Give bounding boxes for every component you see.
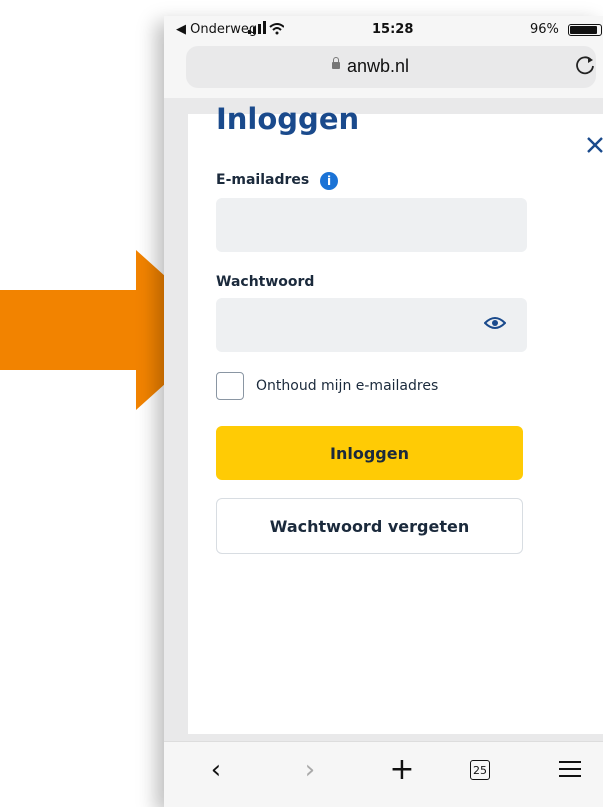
- status-bar: ◀ Onderweg 15:28 96%: [164, 16, 603, 42]
- browser-toolbar: ‹ › + 25: [164, 741, 603, 807]
- eye-icon[interactable]: [484, 316, 506, 330]
- reload-icon[interactable]: [574, 55, 596, 77]
- wifi-icon: [269, 23, 284, 28]
- address-bar[interactable]: anwb.nl: [186, 46, 596, 88]
- email-label: E-mailadres: [216, 172, 310, 188]
- carrier-label[interactable]: ◀ Onderweg: [176, 22, 257, 37]
- signal-icon: [248, 21, 284, 35]
- tabs-icon[interactable]: 25: [470, 760, 490, 780]
- info-icon[interactable]: i: [320, 172, 338, 190]
- menu-icon[interactable]: [556, 756, 584, 784]
- close-icon[interactable]: [586, 136, 603, 154]
- remember-checkbox[interactable]: [216, 372, 244, 400]
- lock-icon: [332, 57, 340, 69]
- login-button[interactable]: Inloggen: [216, 426, 523, 480]
- back-icon[interactable]: ‹: [202, 756, 230, 784]
- phone-screen: ◀ Onderweg 15:28 96% anwb.nl Inloggen E-…: [164, 16, 603, 807]
- email-field[interactable]: [216, 198, 527, 252]
- forward-icon[interactable]: ›: [296, 756, 324, 784]
- page-title: Inloggen: [216, 102, 360, 136]
- page-content: [164, 98, 603, 741]
- url-text: anwb.nl: [347, 56, 410, 76]
- remember-label: Onthoud mijn e-mailadres: [256, 378, 439, 394]
- plus-icon[interactable]: +: [388, 755, 416, 785]
- battery-icon: [568, 24, 602, 36]
- battery-percentage: 96%: [530, 22, 559, 37]
- clock: 15:28: [372, 22, 414, 37]
- forgot-password-button[interactable]: Wachtwoord vergeten: [216, 498, 523, 554]
- password-field[interactable]: [216, 298, 527, 352]
- password-label: Wachtwoord: [216, 274, 315, 290]
